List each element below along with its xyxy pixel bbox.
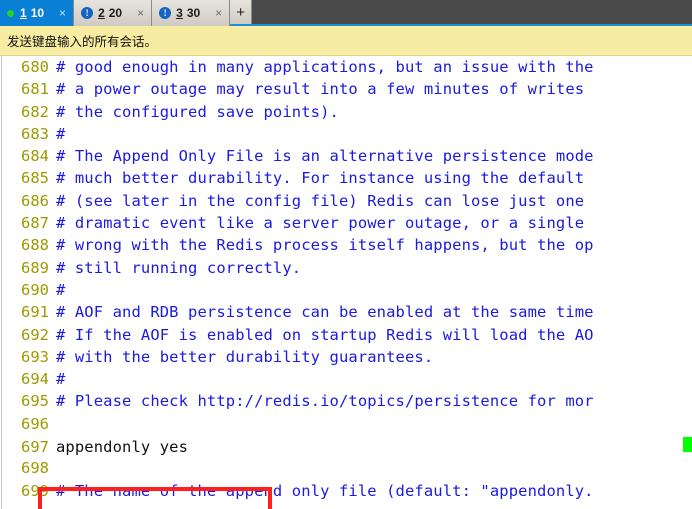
tab-label-2: 20: [108, 6, 123, 20]
code-text: # wrong with the Redis process itself ha…: [56, 236, 594, 255]
line-number: 687: [21, 214, 49, 233]
tab-3[interactable]: ! 3 30 ×: [152, 0, 231, 26]
code-text: # dramatic event like a server power out…: [56, 214, 585, 233]
code-line: 690 #: [0, 281, 692, 303]
tab-index-3: 3: [176, 6, 183, 20]
code-line: 689 # still running correctly.: [0, 259, 692, 281]
add-tab-button[interactable]: +: [230, 0, 253, 24]
code-text: #: [56, 124, 66, 143]
code-text: # much better durability. For instance u…: [56, 169, 585, 188]
line-number: 696: [21, 414, 49, 433]
line-number: 682: [21, 102, 49, 121]
green-dot-icon: [7, 9, 14, 17]
close-icon[interactable]: ×: [56, 7, 69, 19]
tab-index-1: 1: [20, 6, 27, 20]
code-line: 696: [0, 415, 692, 437]
code-line: 692 # If the AOF is enabled on startup Re…: [0, 326, 692, 348]
line-number: 694: [21, 370, 49, 389]
code-text: #: [56, 370, 66, 389]
code-line: 697 appendonly yes: [0, 437, 692, 459]
code-text: # (see later in the config file) Redis c…: [56, 191, 585, 210]
code-text: # AOF and RDB persistence can be enabled…: [56, 303, 594, 322]
terminal-editor-window: 1 10 × ! 2 20 × ! 3 30 × + 发送键盘输入的所有会话。 …: [0, 0, 692, 509]
line-number: 689: [21, 258, 49, 277]
editor-left-rule: [0, 56, 2, 509]
line-number: 692: [21, 325, 49, 344]
line-number: 683: [21, 124, 49, 143]
code-text: # a power outage may result into a few m…: [56, 80, 585, 99]
code-line: 681 # a power outage may result into a fe…: [0, 80, 692, 102]
close-icon[interactable]: ×: [134, 7, 147, 19]
code-lines: 680 # good enough in many applications, b…: [0, 58, 692, 504]
code-text: # still running correctly.: [56, 258, 302, 277]
code-line: 686 # (see later in the config file) Redi…: [0, 192, 692, 214]
line-number: 693: [21, 347, 49, 366]
code-line: 698: [0, 459, 692, 481]
code-line: 688 # wrong with the Redis process itself…: [0, 236, 692, 258]
tab-index-2: 2: [98, 6, 105, 20]
blue-alert-icon: !: [81, 7, 94, 19]
code-text: #: [56, 280, 66, 299]
line-number: 691: [21, 303, 49, 322]
code-line: 687 # dramatic event like a server power …: [0, 214, 692, 236]
tab-label-3: 30: [186, 6, 201, 20]
code-text: # with the better durability guarantees.: [56, 347, 434, 366]
code-directive: appendonly yes: [56, 438, 189, 457]
code-text: # The name of the append only file (defa…: [56, 481, 594, 500]
code-text: # the configured save points).: [56, 102, 339, 121]
line-number: 695: [21, 392, 49, 411]
code-line: 684 # The Append Only File is an alternat…: [0, 147, 692, 169]
notification-text: 发送键盘输入的所有会话。: [7, 34, 158, 49]
tab-bar-filler: [252, 0, 692, 24]
code-text: # good enough in many applications, but …: [56, 58, 594, 76]
text-cursor: [683, 437, 692, 453]
code-line: 694 #: [0, 370, 692, 392]
line-number: 690: [21, 280, 49, 299]
code-line: 693 # with the better durability guarante…: [0, 348, 692, 370]
line-number: 685: [21, 169, 49, 188]
line-number: 681: [21, 80, 49, 99]
close-icon[interactable]: ×: [212, 7, 225, 19]
line-number: 698: [21, 459, 49, 478]
tab-bar: 1 10 × ! 2 20 × ! 3 30 × +: [0, 0, 692, 26]
code-line: 695 # Please check http://redis.io/topics…: [0, 392, 692, 414]
code-editor[interactable]: 680 # good enough in many applications, b…: [0, 56, 692, 509]
line-number: 684: [21, 147, 49, 166]
notification-bar: 发送键盘输入的所有会话。: [0, 26, 692, 56]
blue-alert-icon: !: [159, 7, 172, 19]
code-text: # Please check http://redis.io/topics/pe…: [56, 392, 594, 411]
code-line: 699 # The name of the append only file (d…: [0, 482, 692, 504]
tab-2[interactable]: ! 2 20 ×: [74, 0, 153, 26]
line-number: 697: [21, 438, 49, 457]
tab-label-1: 10: [30, 6, 45, 20]
line-number: 688: [21, 236, 49, 255]
line-number: 680: [21, 58, 49, 76]
tab-1[interactable]: 1 10 ×: [0, 0, 75, 26]
line-number: 699: [21, 481, 49, 500]
code-line: 691 # AOF and RDB persistence can be enab…: [0, 303, 692, 325]
code-line: 682 # the configured save points).: [0, 103, 692, 125]
code-text: # The Append Only File is an alternative…: [56, 147, 594, 166]
line-number: 686: [21, 191, 49, 210]
code-line: 685 # much better durability. For instanc…: [0, 169, 692, 191]
code-line: 680 # good enough in many applications, b…: [0, 58, 692, 80]
code-text: # If the AOF is enabled on startup Redis…: [56, 325, 594, 344]
code-line: 683 #: [0, 125, 692, 147]
